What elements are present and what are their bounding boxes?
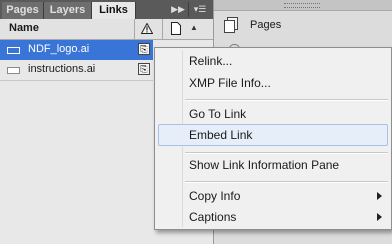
tab-links[interactable]: Links — [92, 2, 136, 19]
pages-label: Pages — [250, 19, 282, 31]
tab-pages[interactable]: Pages — [2, 2, 44, 19]
menu-item-captions[interactable]: Captions — [158, 206, 388, 228]
submenu-arrow-icon — [377, 213, 382, 221]
link-row[interactable]: instructions.ai ⎘ — [0, 60, 153, 81]
menu-item-xmp-file-info[interactable]: XMP File Info... — [158, 72, 388, 94]
embedded-link-icon: ⎘ — [138, 63, 150, 75]
dock-header[interactable] — [214, 0, 392, 11]
grip-icon[interactable] — [284, 3, 320, 8]
link-row[interactable]: NDF_logo.ai ⎘ — [0, 40, 153, 60]
file-icon — [7, 47, 20, 54]
menu-item-show-link-info[interactable]: Show Link Information Pane — [158, 154, 388, 176]
file-icon — [7, 67, 20, 74]
warning-icon[interactable] — [141, 23, 153, 34]
menu-separator — [185, 181, 388, 183]
panel-menu-icon[interactable]: ▾☰ — [188, 2, 211, 17]
panel-tab-bar: Pages Layers Links ▶▶ ▾☰ — [0, 0, 213, 19]
context-menu: Relink... XMP File Info... Go To Link Em… — [154, 47, 392, 230]
sort-arrow-icon[interactable]: ▲ — [190, 23, 198, 32]
pages-panel-button[interactable]: Pages — [214, 11, 392, 39]
double-chevron-right-icon[interactable]: ▶▶ — [168, 2, 188, 17]
link-name: NDF_logo.ai — [28, 43, 90, 55]
menu-item-label: Go To Link — [189, 107, 247, 121]
menu-item-go-to-link[interactable]: Go To Link — [158, 103, 388, 125]
menu-item-label: Embed Link — [189, 128, 253, 142]
menu-item-relink[interactable]: Relink... — [158, 50, 388, 72]
column-divider[interactable] — [134, 19, 135, 39]
tab-layers[interactable]: Layers — [44, 2, 92, 19]
menu-separator — [185, 99, 388, 101]
menu-item-label: XMP File Info... — [189, 76, 271, 90]
column-name[interactable]: Name — [9, 22, 39, 34]
menu-item-label: Copy Info — [189, 189, 241, 203]
column-divider[interactable] — [162, 19, 163, 39]
page-icon[interactable] — [171, 22, 181, 35]
menu-item-label: Show Link Information Pane — [189, 158, 340, 172]
menu-item-label: Relink... — [189, 54, 233, 68]
pages-icon — [224, 17, 238, 33]
column-header: Name ▲ — [0, 19, 213, 40]
menu-item-copy-info[interactable]: Copy Info — [158, 185, 388, 207]
menu-item-embed-link[interactable]: Embed Link — [158, 124, 388, 146]
submenu-arrow-icon — [377, 192, 382, 200]
menu-item-label: Captions — [189, 210, 237, 224]
embedded-link-icon: ⎘ — [138, 43, 150, 55]
link-name: instructions.ai — [28, 63, 96, 75]
